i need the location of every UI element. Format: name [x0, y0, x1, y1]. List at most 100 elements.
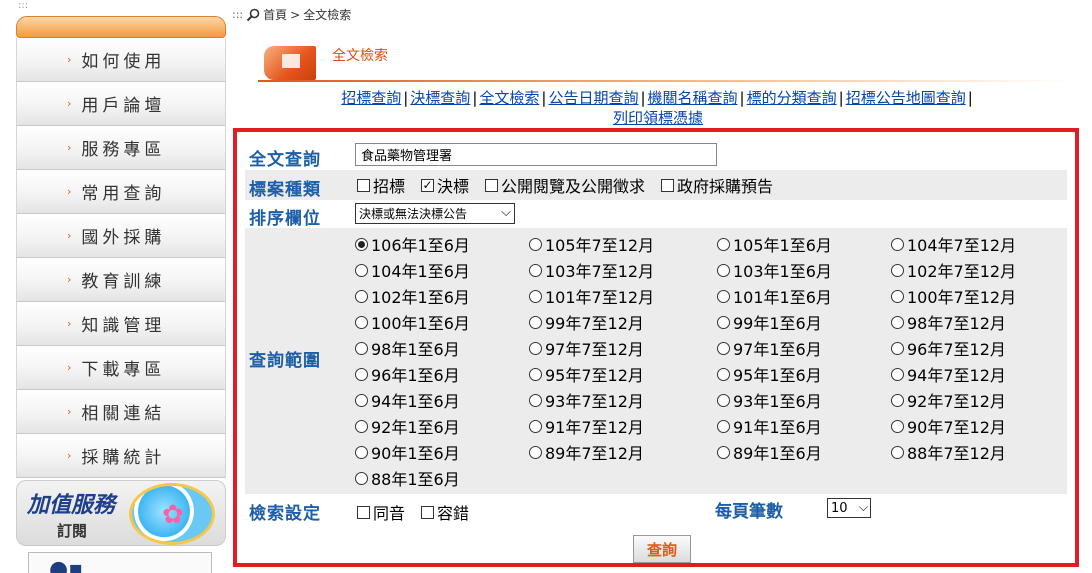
period-option[interactable]: 102年7至12月: [891, 257, 1055, 283]
radio-button[interactable]: [717, 445, 730, 459]
period-option[interactable]: 93年7至12月: [529, 387, 717, 413]
period-option[interactable]: 88年1至6月: [355, 465, 529, 491]
period-option[interactable]: 101年7至12月: [529, 283, 717, 309]
radio-button[interactable]: [891, 237, 904, 251]
radio-button[interactable]: [355, 393, 368, 407]
radio-button[interactable]: [717, 393, 730, 407]
sidebar-item[interactable]: › 用戶論壇: [16, 82, 226, 126]
period-option[interactable]: 99年7至12月: [529, 309, 717, 335]
radio-button[interactable]: [891, 315, 904, 329]
sidebar-item[interactable]: › 如何使用: [16, 38, 226, 82]
accessibility-anchor[interactable]: :::: [18, 0, 28, 11]
case-type-option[interactable]: 政府採購預告: [661, 173, 773, 197]
case-type-option[interactable]: ✓ 決標: [421, 173, 469, 197]
case-type-option[interactable]: 公開閱覽及公開徵求: [485, 173, 645, 197]
setting-option[interactable]: 同音: [357, 500, 405, 524]
radio-button[interactable]: [355, 263, 368, 277]
nav-link[interactable]: 公告日期查詢: [548, 89, 638, 107]
bottom-widget[interactable]: ●▪: [28, 552, 212, 573]
period-option[interactable]: 94年1至6月: [355, 387, 529, 413]
case-type-option[interactable]: 招標: [357, 173, 405, 197]
radio-button[interactable]: [529, 393, 542, 407]
radio-button[interactable]: [717, 367, 730, 381]
radio-button[interactable]: [529, 263, 542, 277]
period-option[interactable]: 105年1至6月: [717, 231, 891, 257]
period-option[interactable]: 96年7至12月: [891, 335, 1055, 361]
radio-button[interactable]: [891, 419, 904, 433]
radio-button[interactable]: [529, 237, 542, 251]
checkbox[interactable]: ✓: [421, 178, 435, 192]
breadcrumb-home-link[interactable]: 首頁: [263, 6, 287, 23]
period-option[interactable]: 89年7至12月: [529, 439, 717, 465]
period-option[interactable]: 96年1至6月: [355, 361, 529, 387]
period-option[interactable]: 97年1至6月: [717, 335, 891, 361]
period-option[interactable]: 103年1至6月: [717, 257, 891, 283]
radio-button[interactable]: [529, 315, 542, 329]
radio-button[interactable]: [529, 445, 542, 459]
nav-link[interactable]: 全文檢索: [479, 89, 539, 107]
period-option[interactable]: 94年7至12月: [891, 361, 1055, 387]
radio-button[interactable]: [717, 419, 730, 433]
sidebar-item[interactable]: › 下載專區: [16, 346, 226, 390]
period-option[interactable]: 95年1至6月: [717, 361, 891, 387]
radio-button[interactable]: [355, 367, 368, 381]
radio-button[interactable]: [891, 341, 904, 355]
period-option[interactable]: 103年7至12月: [529, 257, 717, 283]
radio-button[interactable]: [355, 315, 368, 329]
sidebar-item[interactable]: › 知識管理: [16, 302, 226, 346]
radio-button[interactable]: [717, 315, 730, 329]
nav-link[interactable]: 標的分類查詢: [747, 89, 837, 107]
radio-button[interactable]: [891, 263, 904, 277]
period-option[interactable]: 98年7至12月: [891, 309, 1055, 335]
setting-option[interactable]: 容錯: [421, 500, 469, 524]
period-option[interactable]: 92年7至12月: [891, 387, 1055, 413]
period-option[interactable]: 100年1至6月: [355, 309, 529, 335]
radio-button[interactable]: [355, 237, 368, 251]
radio-button[interactable]: [717, 341, 730, 355]
checkbox[interactable]: [485, 178, 499, 192]
radio-button[interactable]: [891, 393, 904, 407]
period-option[interactable]: 91年7至12月: [529, 413, 717, 439]
period-option[interactable]: 91年1至6月: [717, 413, 891, 439]
sidebar-item[interactable]: › 國外採購: [16, 214, 226, 258]
radio-button[interactable]: [529, 289, 542, 303]
period-option[interactable]: 90年1至6月: [355, 439, 529, 465]
nav-link[interactable]: 列印領標憑據: [613, 109, 703, 127]
sidebar-item[interactable]: › 服務專區: [16, 126, 226, 170]
period-option[interactable]: 105年7至12月: [529, 231, 717, 257]
period-option[interactable]: 101年1至6月: [717, 283, 891, 309]
sort-select[interactable]: 決標或無法決標公告 ⌵: [355, 203, 515, 224]
period-option[interactable]: 89年1至6月: [717, 439, 891, 465]
sidebar-item[interactable]: › 教育訓練: [16, 258, 226, 302]
radio-button[interactable]: [355, 419, 368, 433]
radio-button[interactable]: [355, 445, 368, 459]
radio-button[interactable]: [891, 445, 904, 459]
period-option[interactable]: 104年1至6月: [355, 257, 529, 283]
period-option[interactable]: 92年1至6月: [355, 413, 529, 439]
nav-link[interactable]: 機關名稱查詢: [648, 89, 738, 107]
radio-button[interactable]: [717, 263, 730, 277]
period-option[interactable]: 90年7至12月: [891, 413, 1055, 439]
period-option[interactable]: 88年7至12月: [891, 439, 1055, 465]
checkbox[interactable]: [421, 505, 435, 519]
nav-link[interactable]: 招標查詢: [341, 89, 401, 107]
search-submit-button[interactable]: 查詢: [633, 535, 691, 563]
sidebar-item[interactable]: › 採購統計: [16, 434, 226, 478]
radio-button[interactable]: [717, 237, 730, 251]
sidebar-item[interactable]: › 相關連結: [16, 390, 226, 434]
radio-button[interactable]: [717, 289, 730, 303]
nav-link[interactable]: 決標查詢: [410, 89, 470, 107]
period-option[interactable]: 97年7至12月: [529, 335, 717, 361]
period-option[interactable]: 106年1至6月: [355, 231, 529, 257]
radio-button[interactable]: [891, 289, 904, 303]
per-page-select[interactable]: 10 ⌵: [827, 498, 871, 518]
radio-button[interactable]: [355, 471, 368, 485]
period-option[interactable]: 98年1至6月: [355, 335, 529, 361]
period-option[interactable]: 104年7至12月: [891, 231, 1055, 257]
radio-button[interactable]: [355, 289, 368, 303]
checkbox[interactable]: [661, 178, 675, 192]
period-option[interactable]: 102年1至6月: [355, 283, 529, 309]
checkbox[interactable]: [357, 505, 370, 519]
sidebar-item[interactable]: › 常用查詢: [16, 170, 226, 214]
radio-button[interactable]: [355, 341, 368, 355]
